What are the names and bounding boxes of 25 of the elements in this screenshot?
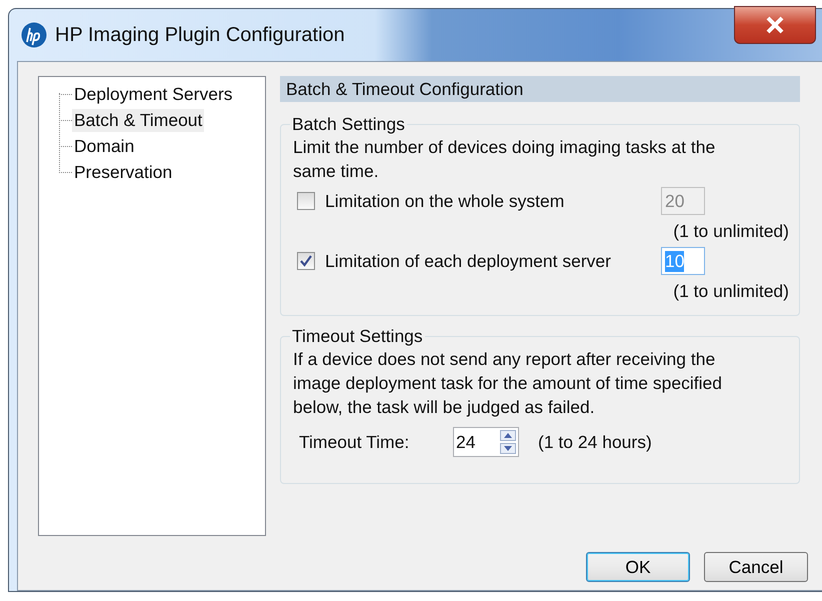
range-hint: (1 to unlimited) — [673, 220, 789, 242]
checkbox-label: Limitation on the whole system — [325, 190, 566, 212]
close-icon — [764, 16, 786, 34]
panel-header: Batch & Timeout Configuration — [280, 76, 800, 102]
tree-item[interactable]: Domain — [72, 134, 136, 158]
description-text: Limit the number of devices doing imaging tasks at the same time. — [293, 136, 716, 183]
close-button[interactable] — [734, 6, 816, 44]
range-hint: (1 to 24 hours) — [538, 432, 652, 452]
field-label: Timeout Time: — [299, 432, 410, 452]
tree-item[interactable]: Batch & Timeout — [72, 108, 204, 132]
spin-up-icon[interactable] — [500, 430, 516, 441]
group-title: Timeout Settings — [292, 326, 423, 346]
group-title: Batch Settings — [292, 114, 405, 134]
tree-item[interactable]: Preservation — [72, 160, 174, 184]
logo-icon — [21, 22, 47, 48]
spin-down-icon[interactable] — [500, 443, 516, 454]
spin-field[interactable]: 24 — [453, 427, 519, 457]
dialog-button[interactable]: OK — [586, 552, 690, 582]
checkbox[interactable] — [297, 252, 315, 270]
window-title: HP Imaging Plugin Configuration — [55, 24, 345, 46]
tree-item[interactable]: Deployment Servers — [72, 82, 235, 106]
checkbox-label: Limitation of each deployment server — [325, 250, 612, 272]
description-text: If a device does not send any report after receiving the image deployment task for the amount of time specified below, the task will be judged as failed. — [293, 348, 723, 419]
dialog-button[interactable]: Cancel — [704, 552, 808, 582]
range-hint: (1 to unlimited) — [673, 280, 789, 302]
